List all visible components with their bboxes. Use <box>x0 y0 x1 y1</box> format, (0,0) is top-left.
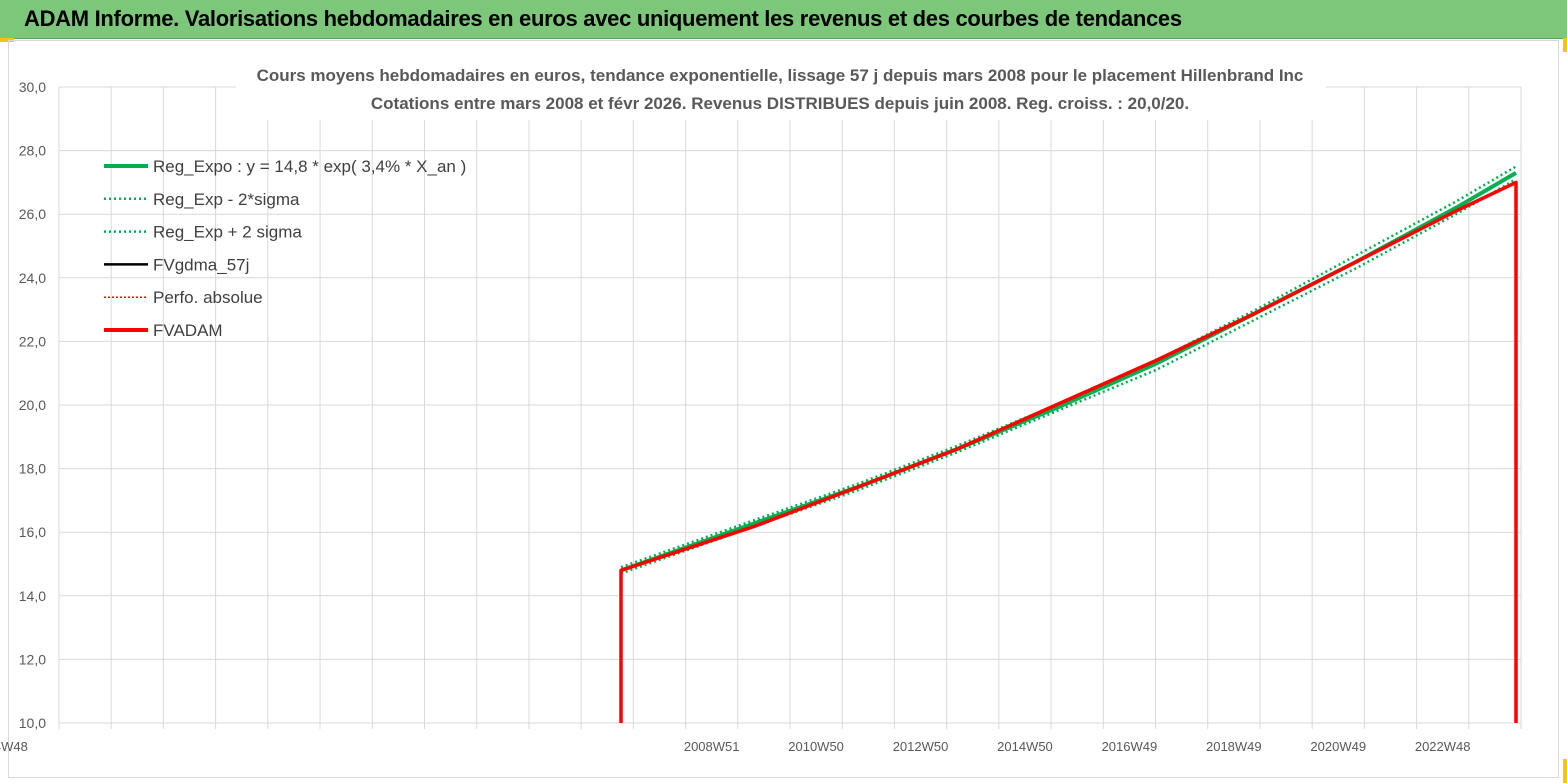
x-tick-label: 2012W50 <box>893 739 949 754</box>
x-tick-label: 2018W49 <box>1206 739 1262 754</box>
y-axis-tick-labels: 10,0 12,0 14,0 16,0 18,0 20,0 22,0 24,0 26,0 28,0… <box>19 79 46 731</box>
y-tick-label: 14,0 <box>19 588 46 604</box>
legend: Reg_Expo : y = 14,8 * exp( 3,4% * X_an )… <box>104 157 466 340</box>
x-tick-label: 2024W48 <box>0 739 28 754</box>
legend-label: FVADAM <box>153 321 223 340</box>
x-tick-label: 2014W50 <box>997 739 1053 754</box>
x-tick-label: 2022W48 <box>1415 739 1471 754</box>
legend-label: Perfo. absolue <box>153 288 263 307</box>
x-tick-label: 2008W51 <box>684 739 740 754</box>
chart-area: Cours moyens hebdomadaires en euros, ten… <box>0 60 1522 754</box>
chart-title-line-2: Cotations entre mars 2008 et févr 2026. … <box>371 94 1189 113</box>
series-line <box>619 180 1518 723</box>
y-tick-label: 30,0 <box>19 79 46 95</box>
y-tick-label: 24,0 <box>19 270 46 286</box>
legend-label: Reg_Exp + 2 sigma <box>153 223 302 242</box>
chart-title-line-1: Cours moyens hebdomadaires en euros, ten… <box>257 66 1304 85</box>
series-line <box>620 171 1518 573</box>
y-tick-label: 12,0 <box>19 651 46 667</box>
y-tick-label: 22,0 <box>19 333 46 349</box>
legend-label: Reg_Exp - 2*sigma <box>153 190 300 209</box>
series-line <box>620 178 1517 575</box>
x-axis-tick-labels: 2008W51 2010W50 2012W50 2014W50 2016W49 2018W… <box>0 739 1471 754</box>
gridlines <box>58 86 1522 729</box>
x-tick-label: 2010W50 <box>788 739 844 754</box>
legend-label: FVgdma_57j <box>153 255 249 274</box>
x-tick-label: 2016W49 <box>1102 739 1158 754</box>
series-lines <box>619 165 1518 723</box>
y-tick-label: 20,0 <box>19 397 46 413</box>
chart-title: Cours moyens hebdomadaires en euros, ten… <box>236 60 1326 120</box>
y-tick-label: 28,0 <box>19 143 46 159</box>
y-tick-label: 10,0 <box>19 715 46 731</box>
legend-label: Reg_Expo : y = 14,8 * exp( 3,4% * X_an ) <box>153 157 466 176</box>
series-line <box>620 181 1517 572</box>
x-tick-label: 2020W49 <box>1310 739 1366 754</box>
series-line <box>620 165 1517 569</box>
y-tick-label: 16,0 <box>19 524 46 540</box>
series-line <box>620 181 1517 572</box>
y-tick-label: 26,0 <box>19 206 46 222</box>
y-tick-label: 18,0 <box>19 461 46 477</box>
